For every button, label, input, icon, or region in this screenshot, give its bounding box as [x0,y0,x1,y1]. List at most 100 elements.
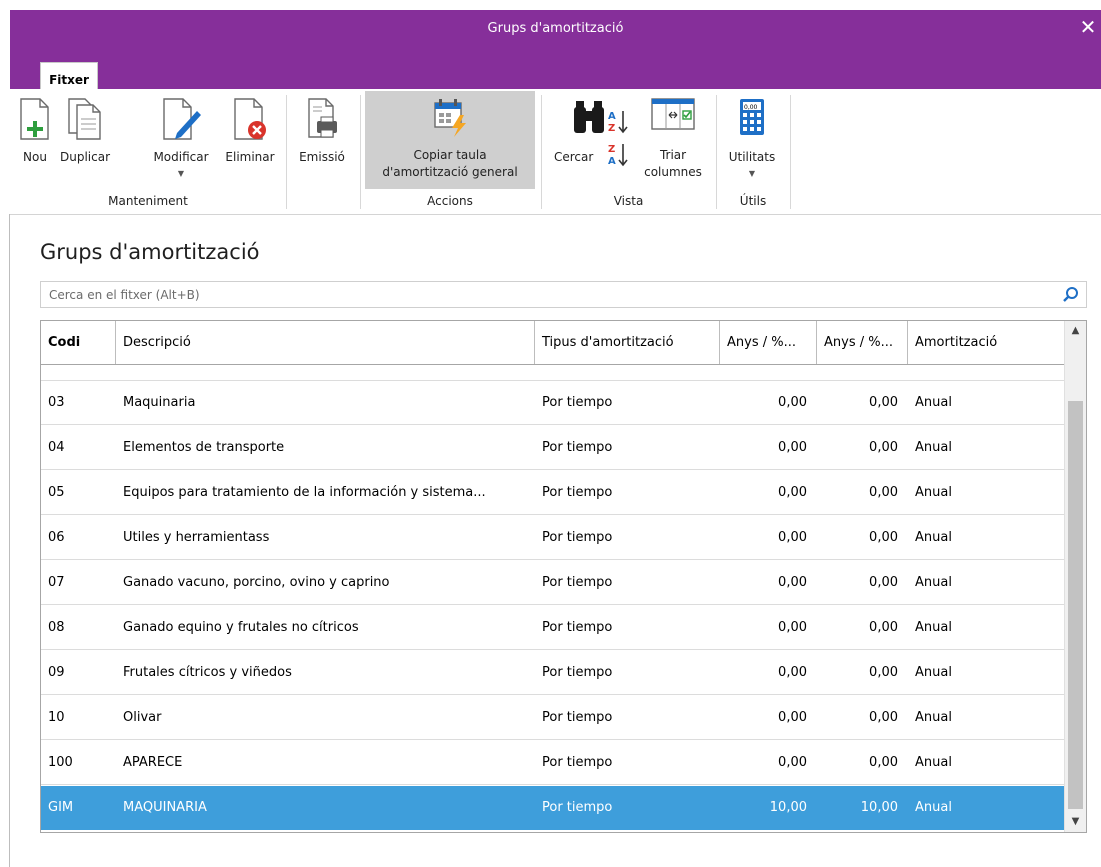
sort-ascending-icon: A Z [608,111,628,134]
cell-descripcio: Ganado equino y frutales no cítricos [123,620,359,635]
cell-amortitzacio: Anual [915,440,952,455]
search-input[interactable] [41,282,1051,307]
title-bar: Grups d'amortització ✕ Fitxer [10,10,1101,100]
copy-general-table-button[interactable]: Copiar taula d'amortització general [365,91,535,189]
cell-descripcio: Elementos de transporte [123,440,285,455]
table-row[interactable]: GIM MAQUINARIA Por tiempo 10,00 10,00 Anual [41,786,1065,830]
calendar-bolt-icon [434,99,466,137]
cell-codi: 10 [48,710,65,725]
table-row[interactable]: 100 APARECE Por tiempo 0,00 0,00 Anual [41,741,1065,785]
cell-amortitzacio: Anual [915,575,952,590]
new-label: Nou [23,150,47,164]
cell-anys-1: 0,00 [778,530,807,545]
table-row[interactable]: 04 Elementos de transporte Por tiempo 0,00 0… [41,426,1065,470]
grid-header: Codi Descripció Tipus d'amortització Any… [41,321,1065,365]
calculator-display: 0,00 [744,104,758,111]
cell-codi: 02 [41,365,116,380]
modify-button[interactable]: Modificar ▼ [143,91,219,189]
cell-anys-2: 0,00 [817,365,908,380]
table-row[interactable]: 05 Equipos para tratamiento de la informa… [41,471,1065,515]
choose-columns-label-1: Triar [659,148,687,162]
cell-anys-1: 0,00 [778,485,807,500]
column-header-anys-2[interactable]: Anys / %... [817,321,908,364]
sort-letter-a: A [608,156,616,167]
cell-tipus: Por tiempo [535,365,720,380]
grid-rows: 02Instalaciones, mobiliario, enseres y r… [41,365,1065,832]
column-header-descripcio[interactable]: Descripció [116,321,535,364]
duplicate-icon [68,98,101,140]
table-row[interactable]: 08 Ganado equino y frutales no cítricos Po… [41,606,1065,650]
cell-anys-2: 0,00 [869,395,898,410]
sort-letter-z: Z [608,144,615,155]
duplicate-button[interactable]: Duplicar [56,91,114,189]
table-row[interactable]: 09 Frutales cítricos y viñedos Por tiempo 0… [41,651,1065,695]
column-header-amortitzacio[interactable]: Amortització [908,321,1065,364]
column-header-tipus[interactable]: Tipus d'amortització [535,321,720,364]
cell-amortitzacio: Anual [915,620,952,635]
group-label-vista: Vista [613,194,644,208]
close-button[interactable]: ✕ [1077,16,1099,40]
table-row[interactable]: 10 Olivar Por tiempo 0,00 0,00 Anual [41,696,1065,740]
cell-anys-2: 0,00 [869,665,898,680]
cell-anys-2: 0,00 [869,485,898,500]
search-box [40,281,1087,308]
cell-codi: 06 [48,530,65,545]
cell-anys-1: 0,00 [778,710,807,725]
cell-anys-2: 0,00 [869,440,898,455]
columns-icon [651,98,695,130]
cell-descripcio: MAQUINARIA [123,800,207,815]
cell-tipus: Por tiempo [542,395,613,410]
data-grid: Codi Descripció Tipus d'amortització Any… [40,320,1087,833]
cell-tipus: Por tiempo [542,530,613,545]
cell-descripcio: Olivar [123,710,162,725]
sort-descending-button[interactable]: Z A [606,134,630,178]
sort-letter-z: Z [608,123,615,134]
table-row[interactable]: 07 Ganado vacuno, porcino, ovino y caprin… [41,561,1065,605]
cell-anys-2: 0,00 [869,620,898,635]
group-label-utils: Útils [739,194,767,208]
delete-button[interactable]: Eliminar [219,91,281,189]
group-label-manteniment: Manteniment [108,194,188,208]
table-row[interactable]: 06 Utiles y herramientass Por tiempo 0,00 0,… [41,516,1065,560]
cell-anys-1: 0,00 [778,755,807,770]
sort-descending-icon: Z A [608,144,628,167]
print-button[interactable]: Emissió [292,91,352,189]
cell-anys-1: 0,00 [778,395,807,410]
utilities-button[interactable]: 0,00 Utilitats ▼ [721,91,783,189]
cell-amortitzacio: Anual [915,530,952,545]
choose-columns-button[interactable]: Triar columnes [638,91,708,189]
choose-columns-label-2: columnes [644,165,702,179]
ribbon-separator [790,95,791,209]
ribbon-separator [716,95,717,209]
search-icon[interactable] [1062,286,1080,304]
cell-amortitzacio: Anual [915,395,952,410]
cell-anys-2: 0,00 [869,530,898,545]
cell-tipus: Por tiempo [542,575,613,590]
cell-tipus: Por tiempo [542,665,613,680]
cell-tipus: Por tiempo [542,620,613,635]
cell-tipus: Por tiempo [542,755,613,770]
cell-amortitzacio: Anual [915,755,952,770]
scroll-up-button[interactable]: ▲ [1065,321,1086,341]
table-row[interactable]: 03 Maquinaria Por tiempo 0,00 0,00 Anual [41,381,1065,425]
cell-descripcio: Maquinaria [123,395,196,410]
page-title: Grups d'amortització [40,240,260,264]
new-button[interactable]: Nou [14,91,56,189]
cell-anys-1: 0,00 [720,365,817,380]
cell-amortitzacio: Anual [908,365,1065,380]
binoculars-icon [574,101,604,133]
column-header-anys-1[interactable]: Anys / %... [720,321,817,364]
scroll-thumb[interactable] [1068,401,1083,809]
print-icon [308,98,337,138]
cell-codi: GIM [48,800,74,815]
cell-descripcio: Instalaciones, mobiliario, enseres y res… [116,365,535,380]
table-row[interactable]: 02Instalaciones, mobiliario, enseres y r… [41,365,1065,381]
column-header-codi[interactable]: Codi [41,321,116,364]
ribbon-separator [286,95,287,209]
cell-amortitzacio: Anual [915,710,952,725]
delete-label: Eliminar [225,150,275,164]
window-title: Grups d'amortització [487,21,624,36]
vertical-scrollbar[interactable]: ▲ ▼ [1064,321,1086,832]
scroll-down-button[interactable]: ▼ [1065,812,1086,832]
ribbon-separator [541,95,542,209]
